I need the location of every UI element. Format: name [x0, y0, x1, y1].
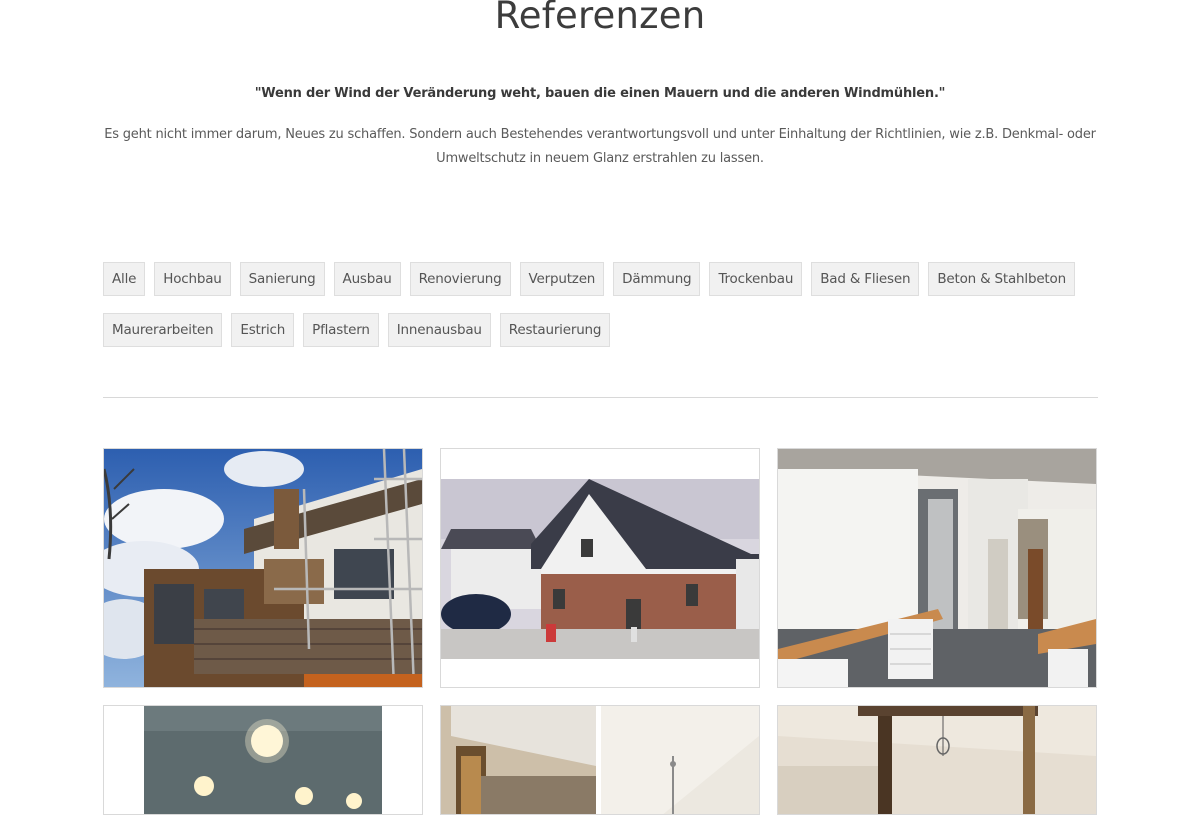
- page-title: Referenzen: [494, 0, 706, 37]
- category-filter-bar: Alle Hochbau Sanierung Ausbau Renovierun…: [103, 262, 1103, 364]
- reference-photo-new-brick-house[interactable]: [440, 448, 760, 688]
- reference-photo-scaffolding-house[interactable]: [103, 448, 423, 688]
- filter-daemmung-button[interactable]: Dämmung: [613, 262, 701, 296]
- intro-quote: "Wenn der Wind der Veränderung weht, bau…: [254, 86, 946, 101]
- filter-renovierung-button[interactable]: Renovierung: [409, 262, 511, 296]
- filter-pflastern-button[interactable]: Pflastern: [303, 313, 379, 347]
- filter-maurerarbeiten-button[interactable]: Maurerarbeiten: [103, 313, 223, 347]
- reference-photo-ceiling-lights[interactable]: [103, 705, 423, 815]
- filter-ausbau-button[interactable]: Ausbau: [333, 262, 401, 296]
- filter-sanierung-button[interactable]: Sanierung: [239, 262, 325, 296]
- intro-text: Es geht nicht immer darum, Neues zu scha…: [104, 127, 1096, 166]
- filter-hochbau-button[interactable]: Hochbau: [154, 262, 231, 296]
- filter-row-2: Maurerarbeiten Estrich Pflastern Innenau…: [103, 313, 1103, 347]
- filter-beton-stahlbeton-button[interactable]: Beton & Stahlbeton: [928, 262, 1075, 296]
- reference-photo-attic-bathroom[interactable]: [440, 705, 760, 815]
- section-divider: [103, 397, 1098, 398]
- filter-row-1: Alle Hochbau Sanierung Ausbau Renovierun…: [103, 262, 1103, 296]
- filter-verputzen-button[interactable]: Verputzen: [519, 262, 605, 296]
- filter-trockenbau-button[interactable]: Trockenbau: [709, 262, 803, 296]
- filter-restaurierung-button[interactable]: Restaurierung: [499, 313, 611, 347]
- filter-estrich-button[interactable]: Estrich: [231, 313, 295, 347]
- reference-photo-interior-worktop[interactable]: [777, 448, 1097, 688]
- filter-innenausbau-button[interactable]: Innenausbau: [387, 313, 491, 347]
- filter-bad-fliesen-button[interactable]: Bad & Fliesen: [811, 262, 920, 296]
- reference-photo-timber-beam-attic[interactable]: [777, 705, 1097, 815]
- filter-alle-button[interactable]: Alle: [103, 262, 146, 296]
